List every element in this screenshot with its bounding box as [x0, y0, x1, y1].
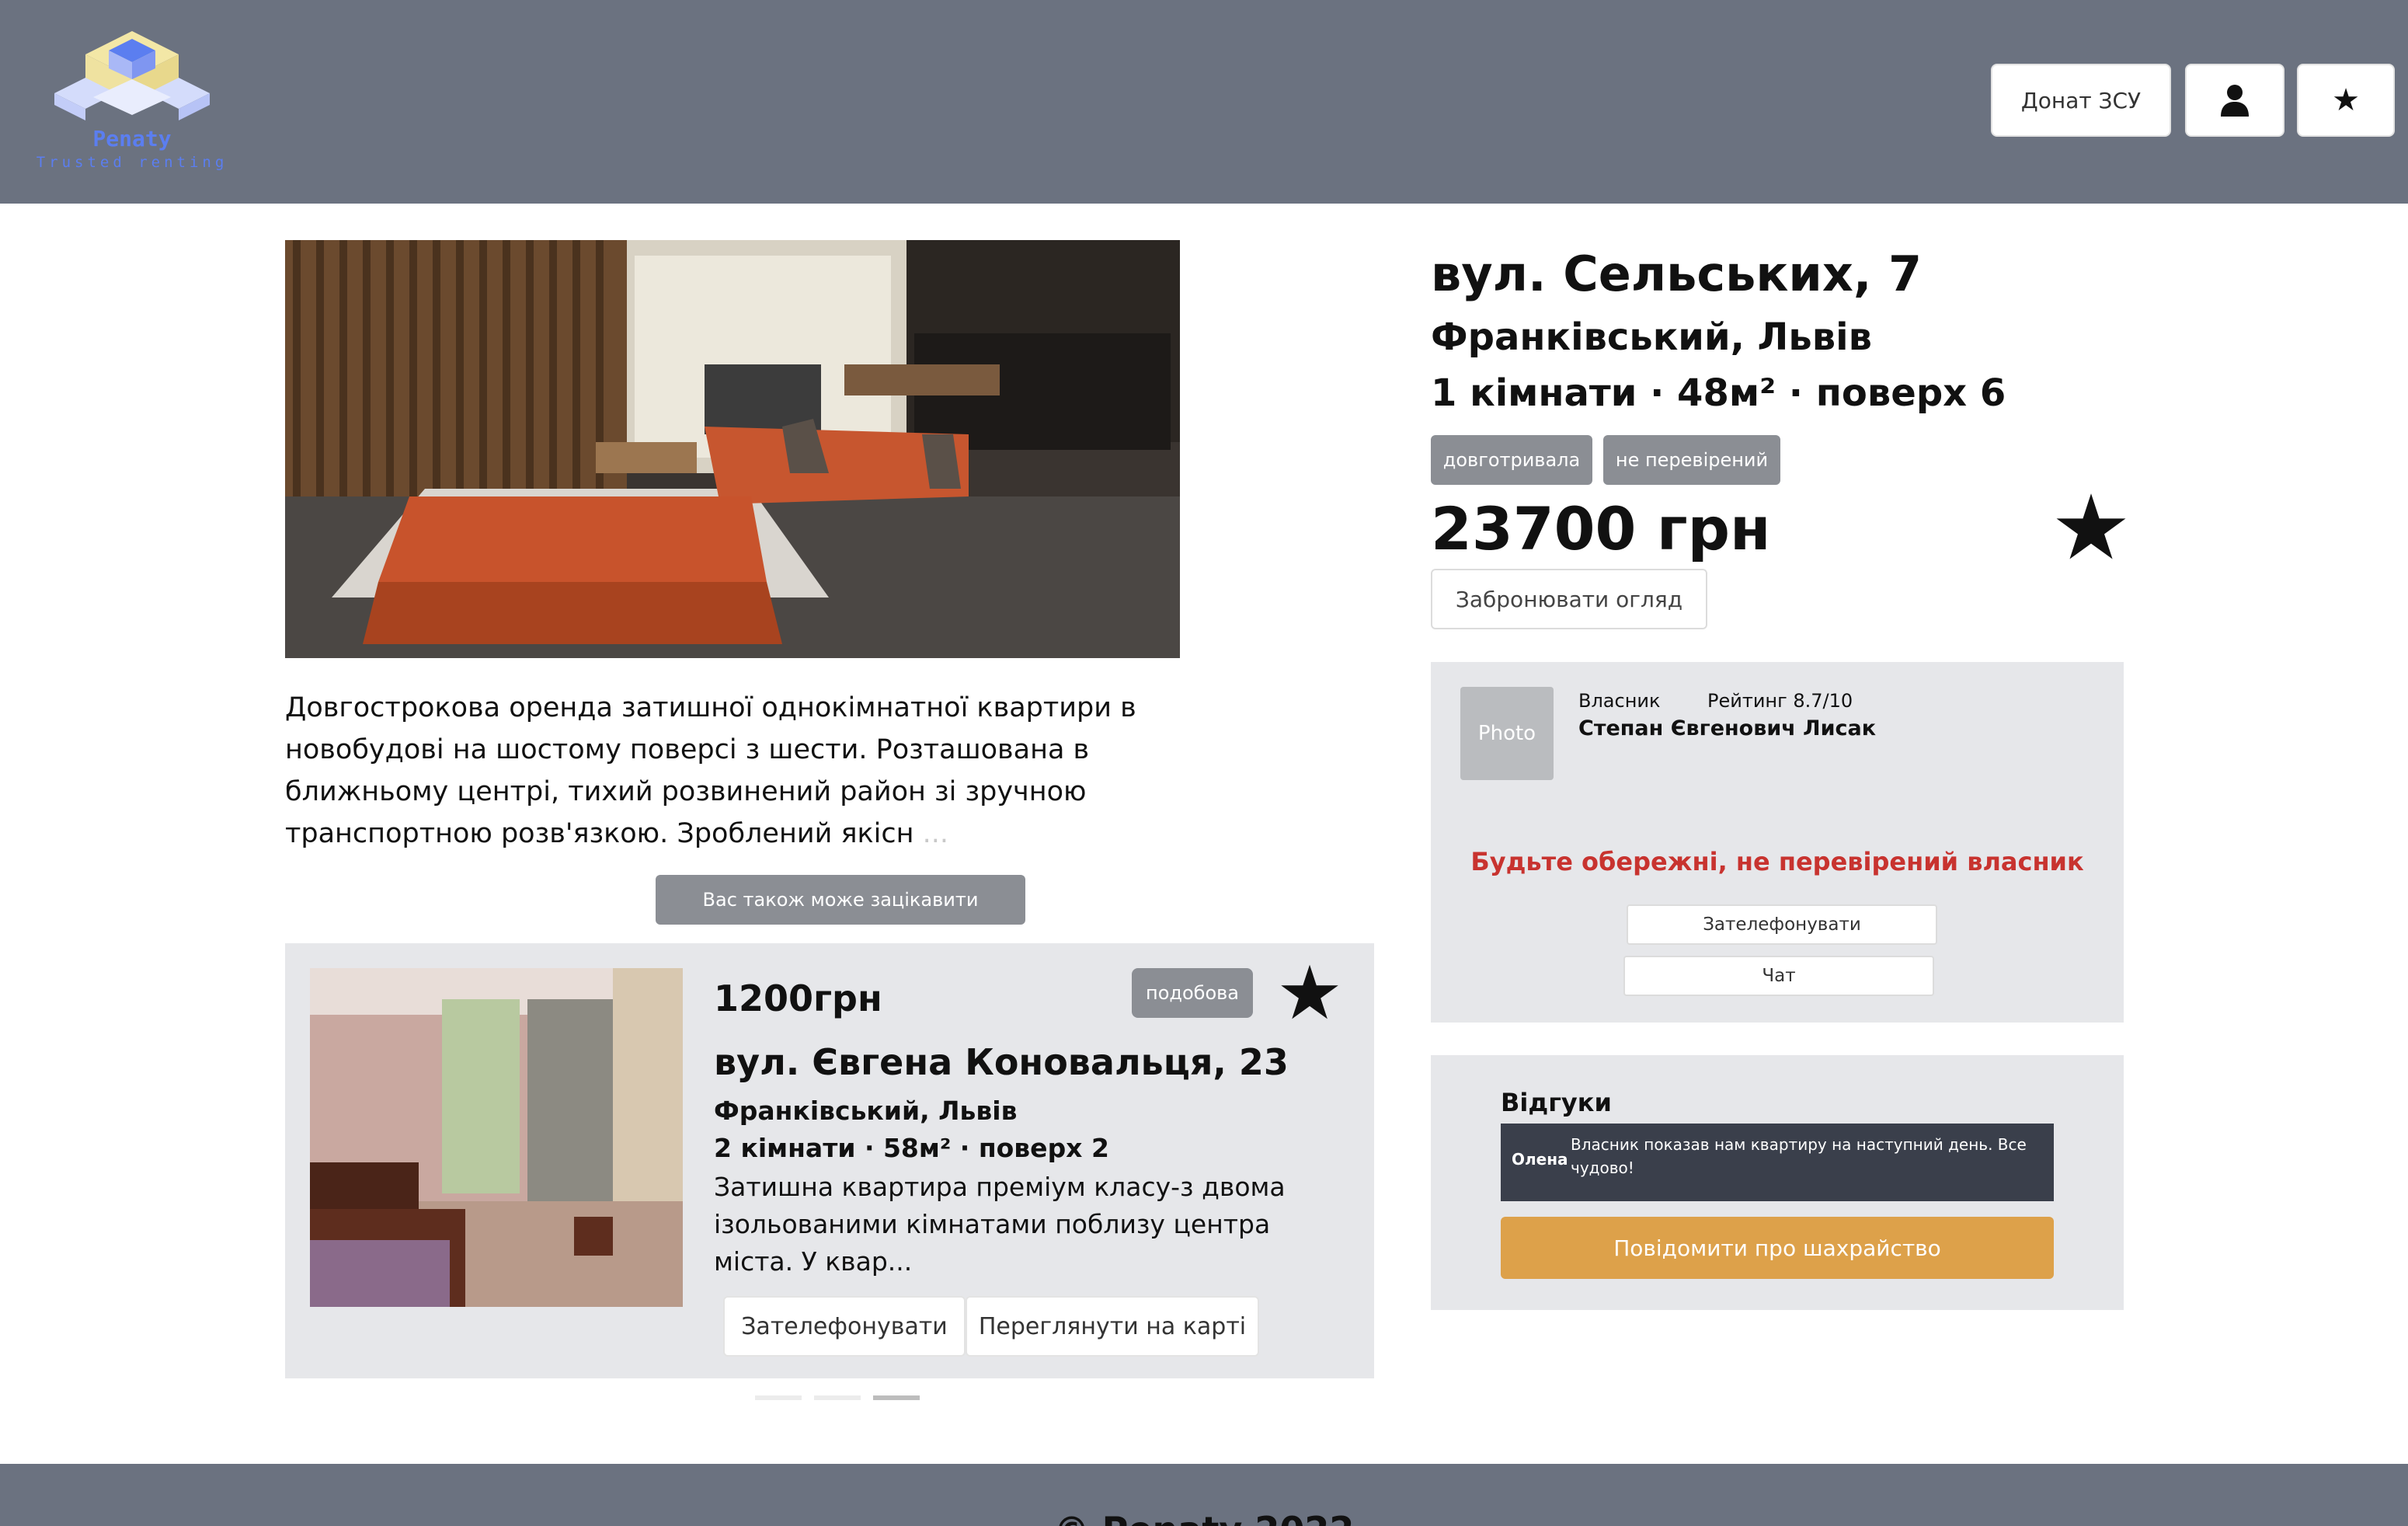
similar-listing-photo[interactable] — [310, 968, 683, 1307]
apartment-interior-image — [285, 240, 1180, 658]
user-icon — [2221, 85, 2249, 117]
listing-photo[interactable] — [285, 240, 1180, 658]
review-author: Олена — [1512, 1150, 1568, 1169]
user-button[interactable] — [2185, 64, 2284, 137]
description-more[interactable]: ... — [923, 818, 948, 849]
site-header: Penaty Trusted renting Донат ЗСУ ★ — [0, 0, 2408, 204]
similar-listing-params: 2 кімнати · 58м² · поверх 2 — [714, 1133, 1109, 1163]
similar-listings-button[interactable]: Вас також може зацікавити — [656, 875, 1025, 925]
owner-label: Власник — [1578, 690, 1661, 712]
favorites-button[interactable]: ★ — [2297, 64, 2395, 137]
book-viewing-button[interactable]: Забронювати огляд — [1431, 569, 1707, 629]
star-icon[interactable]: ★ — [2051, 483, 2131, 573]
carousel-dot-active[interactable] — [873, 1395, 920, 1400]
owner-name: Степан Євгенович Лисак — [1578, 716, 1877, 740]
report-fraud-button[interactable]: Повідомити про шахрайство — [1501, 1217, 2054, 1279]
star-icon: ★ — [2332, 82, 2360, 118]
call-owner-button[interactable]: Зателефонувати — [1627, 904, 1937, 945]
reviews-panel: Відгуки Олена Власник показав нам кварти… — [1431, 1055, 2124, 1310]
reviews-title: Відгуки — [1501, 1088, 1612, 1117]
review-item: Олена Власник показав нам квартиру на на… — [1501, 1124, 2054, 1201]
unverified-owner-warning: Будьте обережні, не перевірений власник — [1470, 847, 2084, 876]
listing-price: 23700 грн — [1431, 494, 1771, 563]
listing-address: вул. Сельських, 7 — [1431, 246, 1923, 302]
logo-name: Penaty — [92, 126, 172, 152]
similar-listing-description: Затишна квартира преміум класу-з двома і… — [714, 1172, 1286, 1277]
listing-district: Франківський, Львів — [1431, 315, 1872, 359]
similar-call-button[interactable]: Зателефонувати — [723, 1296, 966, 1357]
verification-badge: не перевірений — [1603, 435, 1780, 485]
owner-panel: Photo Власник Рейтинг 8.7/10 Степан Євге… — [1431, 662, 2124, 1023]
similar-listing-district: Франківський, Львів — [714, 1096, 1018, 1126]
listing-description: Довгострокова оренда затишної однокімнат… — [285, 687, 1140, 855]
similar-listing-price: 1200грн — [714, 977, 882, 1019]
chat-button[interactable]: Чат — [1623, 956, 1934, 996]
site-footer: © Penaty 2022 — [0, 1464, 2408, 1526]
bedroom-image — [310, 968, 683, 1307]
listing-params: 1 кімнати · 48м² · поверх 6 — [1431, 371, 2006, 415]
owner-rating: Рейтинг 8.7/10 — [1707, 690, 1853, 712]
carousel-dot[interactable] — [814, 1395, 861, 1400]
star-icon[interactable]: ★ — [1276, 956, 1343, 1030]
view-on-map-button[interactable]: Переглянути на карті — [966, 1296, 1259, 1357]
similar-listing-address[interactable]: вул. Євгена Коновальця, 23 — [714, 1041, 1289, 1083]
similar-listing-card[interactable]: 1200грн подобова ★ вул. Євгена Коновальц… — [285, 943, 1374, 1378]
similar-listing-badge: подобова — [1132, 968, 1253, 1018]
logo-houses-icon — [54, 31, 210, 120]
footer-copyright: © Penaty 2022 — [0, 1509, 2408, 1526]
logo-tagline: Trusted renting — [36, 154, 228, 171]
carousel-indicators — [755, 1395, 920, 1400]
penaty-logo[interactable]: Penaty Trusted renting — [31, 23, 241, 179]
owner-avatar: Photo — [1460, 687, 1554, 780]
review-text: Власник показав нам квартиру на наступни… — [1571, 1135, 2027, 1177]
carousel-dot[interactable] — [755, 1395, 802, 1400]
description-text: Довгострокова оренда затишної однокімнат… — [285, 692, 1136, 849]
rental-type-badge: довготривала — [1431, 435, 1592, 485]
donate-button[interactable]: Донат ЗСУ — [1991, 64, 2171, 137]
